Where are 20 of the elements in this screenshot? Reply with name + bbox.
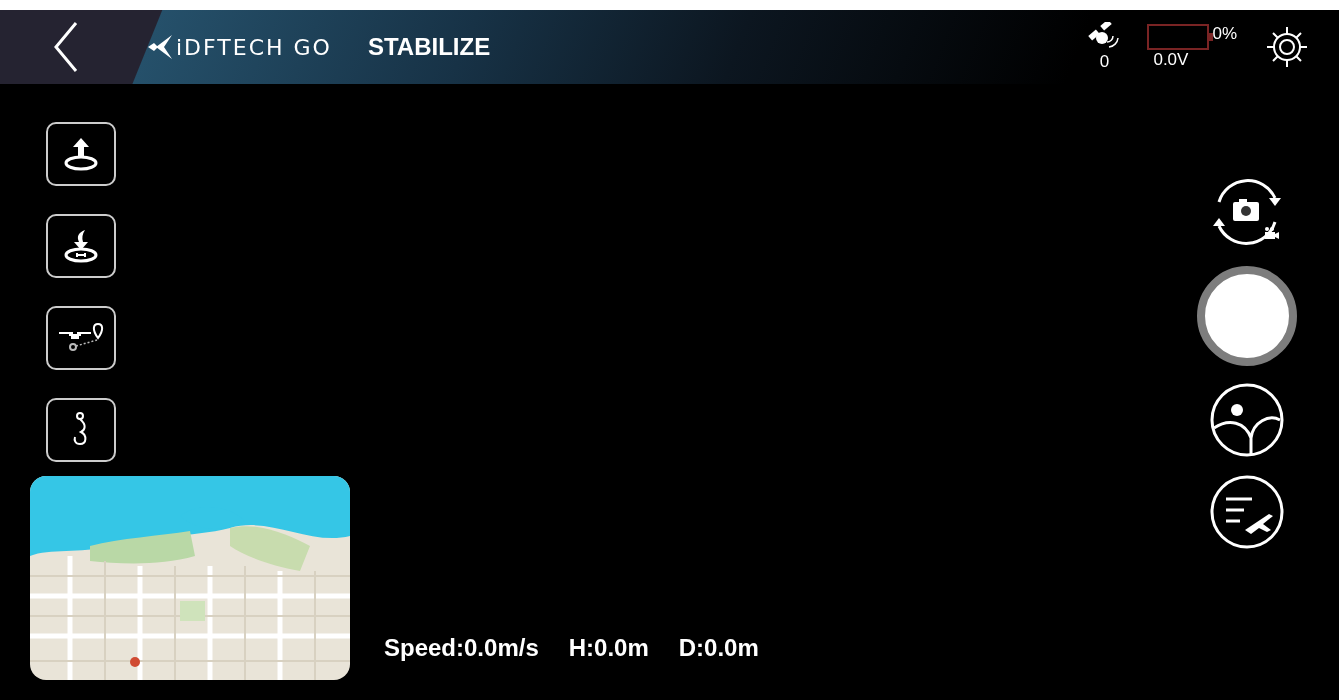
flight-mode: STABILIZE [367,33,491,61]
flight-log-button[interactable] [1209,474,1285,550]
battery-voltage: 0.0V [1153,50,1190,70]
hook-button[interactable] [46,398,116,462]
takeoff-button[interactable] [46,122,116,186]
settings-button[interactable] [1265,25,1309,69]
brand-logo: iDFTECH GO [176,34,332,60]
telemetry-reading: H:0.0m [568,634,649,662]
gallery-button[interactable] [1209,382,1285,458]
settings-icon [1265,25,1309,69]
telemetry-reading: D:0.0m [678,634,759,662]
logo-icon [146,33,174,61]
battery-percent: 0% [1212,24,1237,44]
land-button[interactable] [46,214,116,278]
back-icon [52,21,80,73]
waypoint-button[interactable] [46,306,116,370]
flight-log-icon [1209,474,1285,550]
landscape-icon [1209,382,1285,458]
telemetry-reading: Speed:0.0m/s [384,634,539,662]
satellite-count: 0 [1099,52,1110,72]
